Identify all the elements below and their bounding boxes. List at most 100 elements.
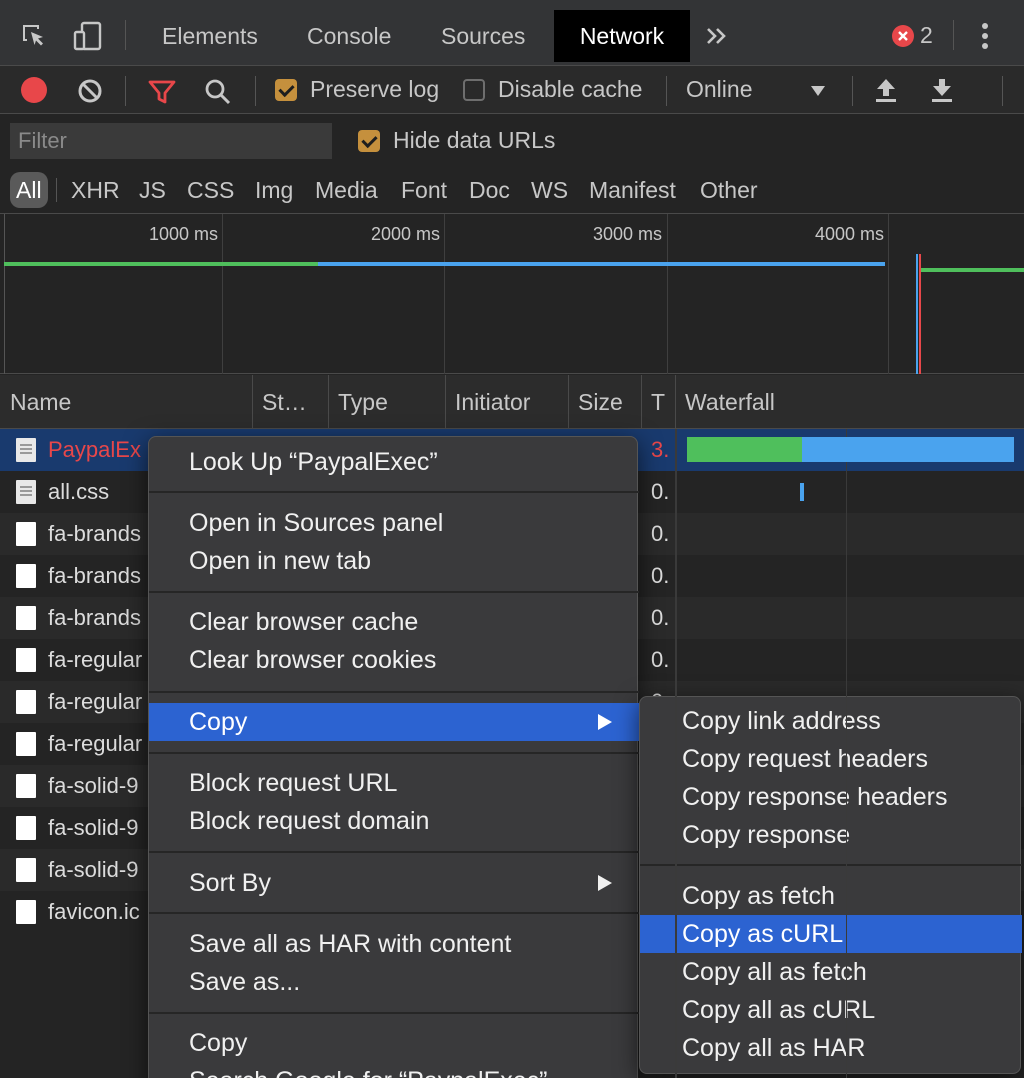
hide-data-urls-label[interactable]: Hide data URLs xyxy=(393,127,555,154)
search-icon[interactable] xyxy=(204,78,232,111)
menu-item-copy-all-as-fetch[interactable]: Copy all as fetch xyxy=(640,953,1022,991)
download-har-icon[interactable] xyxy=(930,76,954,109)
menu-separator xyxy=(149,591,639,593)
request-name[interactable]: fa-solid-9 xyxy=(48,773,138,799)
request-name[interactable]: all.css xyxy=(48,479,109,505)
menu-item-block-domain[interactable]: Block request domain xyxy=(149,802,639,840)
menu-item-save-har[interactable]: Save all as HAR with content xyxy=(149,925,639,963)
type-filter-all[interactable]: All xyxy=(10,172,48,208)
font-file-icon xyxy=(16,816,36,840)
upload-har-icon[interactable] xyxy=(874,76,898,109)
menu-separator xyxy=(149,691,639,693)
menu-item-look-up[interactable]: Look Up “PaypalExec” xyxy=(149,443,639,481)
tab-console[interactable]: Console xyxy=(307,10,391,62)
column-header-initiator[interactable]: Initiator xyxy=(455,375,530,429)
request-name[interactable]: fa-brands xyxy=(48,605,141,631)
type-filter-css[interactable]: CSS xyxy=(187,172,234,208)
request-table-header: Name St… Type Initiator Size T Waterfall xyxy=(0,375,1024,429)
kebab-menu-icon[interactable] xyxy=(980,22,990,57)
request-name[interactable]: PaypalEx xyxy=(48,437,141,463)
menu-separator xyxy=(149,912,639,914)
menu-item-copy-submenu[interactable]: Copy xyxy=(149,703,639,741)
menu-item-copy-response[interactable]: Copy response xyxy=(640,816,1022,854)
request-time: 0. xyxy=(651,563,670,588)
devtools-tab-bar: Elements Console Sources Network 2 xyxy=(0,0,1024,66)
request-name[interactable]: fa-regular xyxy=(48,689,142,715)
type-filter-doc[interactable]: Doc xyxy=(469,172,510,208)
column-divider[interactable] xyxy=(641,375,642,429)
device-toolbar-icon[interactable] xyxy=(72,20,104,52)
overview-late-bar xyxy=(921,268,1024,272)
column-header-name[interactable]: Name xyxy=(10,375,71,429)
menu-item-copy-as-fetch[interactable]: Copy as fetch xyxy=(640,877,1022,915)
network-overview-timeline[interactable]: 1000 ms 2000 ms 3000 ms 4000 ms xyxy=(0,214,1024,374)
column-header-size[interactable]: Size xyxy=(578,375,623,429)
disable-cache-label[interactable]: Disable cache xyxy=(498,76,642,103)
menu-item-copy-link-address[interactable]: Copy link address xyxy=(640,702,1022,740)
type-filter-font[interactable]: Font xyxy=(401,172,447,208)
error-count[interactable]: 2 xyxy=(920,22,933,49)
type-filter-xhr[interactable]: XHR xyxy=(71,172,120,208)
type-filter-ws[interactable]: WS xyxy=(531,172,568,208)
menu-separator xyxy=(149,752,639,754)
toolbar-divider xyxy=(1002,76,1003,106)
type-filter-manifest[interactable]: Manifest xyxy=(589,172,676,208)
clear-icon[interactable] xyxy=(77,78,103,109)
type-filter-img[interactable]: Img xyxy=(255,172,293,208)
overview-waiting-bar xyxy=(4,262,318,266)
hide-data-urls-checkbox[interactable] xyxy=(358,130,380,152)
inspect-element-icon[interactable] xyxy=(20,22,50,52)
menu-item-clear-cache[interactable]: Clear browser cache xyxy=(149,603,639,641)
request-name[interactable]: fa-regular xyxy=(48,647,142,673)
request-name[interactable]: favicon.ic xyxy=(48,899,140,925)
column-header-waterfall[interactable]: Waterfall xyxy=(685,375,775,429)
menu-item-copy-response-headers[interactable]: Copy response headers xyxy=(640,778,1022,816)
menu-item-copy-request-headers[interactable]: Copy request headers xyxy=(640,740,1022,778)
preserve-log-label[interactable]: Preserve log xyxy=(310,76,439,103)
type-filter-other[interactable]: Other xyxy=(700,172,758,208)
menu-item-save-as[interactable]: Save as... xyxy=(149,963,639,1001)
preserve-log-checkbox[interactable] xyxy=(275,79,297,101)
column-header-status[interactable]: St… xyxy=(262,375,307,429)
column-divider[interactable] xyxy=(328,375,329,429)
double-chevron-right-icon[interactable] xyxy=(706,26,728,51)
dropdown-triangle-icon[interactable] xyxy=(810,84,826,102)
column-header-time[interactable]: T xyxy=(651,375,665,429)
context-menu: Look Up “PaypalExec” Open in Sources pan… xyxy=(148,436,639,1078)
column-divider[interactable] xyxy=(252,375,253,429)
stylesheet-icon xyxy=(16,480,36,504)
request-name[interactable]: fa-solid-9 xyxy=(48,857,138,883)
menu-item-open-in-new-tab[interactable]: Open in new tab xyxy=(149,542,639,580)
menu-item-search-google[interactable]: Search Google for “PaypalExec” xyxy=(149,1062,639,1078)
error-icon[interactable] xyxy=(892,25,914,47)
type-filter-js[interactable]: JS xyxy=(139,172,166,208)
menu-item-block-url[interactable]: Block request URL xyxy=(149,764,639,802)
column-divider[interactable] xyxy=(445,375,446,429)
request-time: 0. xyxy=(651,521,670,546)
menu-item-copy-all-as-curl[interactable]: Copy all as cURL xyxy=(640,991,1022,1029)
request-name[interactable]: fa-regular xyxy=(48,731,142,757)
request-name[interactable]: fa-brands xyxy=(48,521,141,547)
column-header-type[interactable]: Type xyxy=(338,375,388,429)
disable-cache-checkbox[interactable] xyxy=(463,79,485,101)
tab-elements[interactable]: Elements xyxy=(162,10,258,62)
tab-network[interactable]: Network xyxy=(554,10,690,62)
record-icon[interactable] xyxy=(21,77,47,103)
tab-sources[interactable]: Sources xyxy=(441,10,525,62)
menu-item-sort-by[interactable]: Sort By xyxy=(149,864,639,902)
request-time: 3. xyxy=(651,437,670,462)
menu-item-copy-as-curl[interactable]: Copy as cURL xyxy=(640,915,1022,953)
menu-item-open-in-sources[interactable]: Open in Sources panel xyxy=(149,504,639,542)
throttling-select[interactable]: Online xyxy=(686,76,752,103)
filter-icon[interactable] xyxy=(147,78,177,111)
menu-item-copy[interactable]: Copy xyxy=(149,1024,639,1062)
column-divider[interactable] xyxy=(568,375,569,429)
menu-item-copy-all-as-har[interactable]: Copy all as HAR xyxy=(640,1029,1022,1067)
column-divider[interactable] xyxy=(675,375,676,429)
menu-item-clear-cookies[interactable]: Clear browser cookies xyxy=(149,641,639,679)
overview-gridline xyxy=(667,214,668,374)
type-filter-media[interactable]: Media xyxy=(315,172,378,208)
filter-input[interactable] xyxy=(10,123,332,159)
request-name[interactable]: fa-brands xyxy=(48,563,141,589)
request-name[interactable]: fa-solid-9 xyxy=(48,815,138,841)
